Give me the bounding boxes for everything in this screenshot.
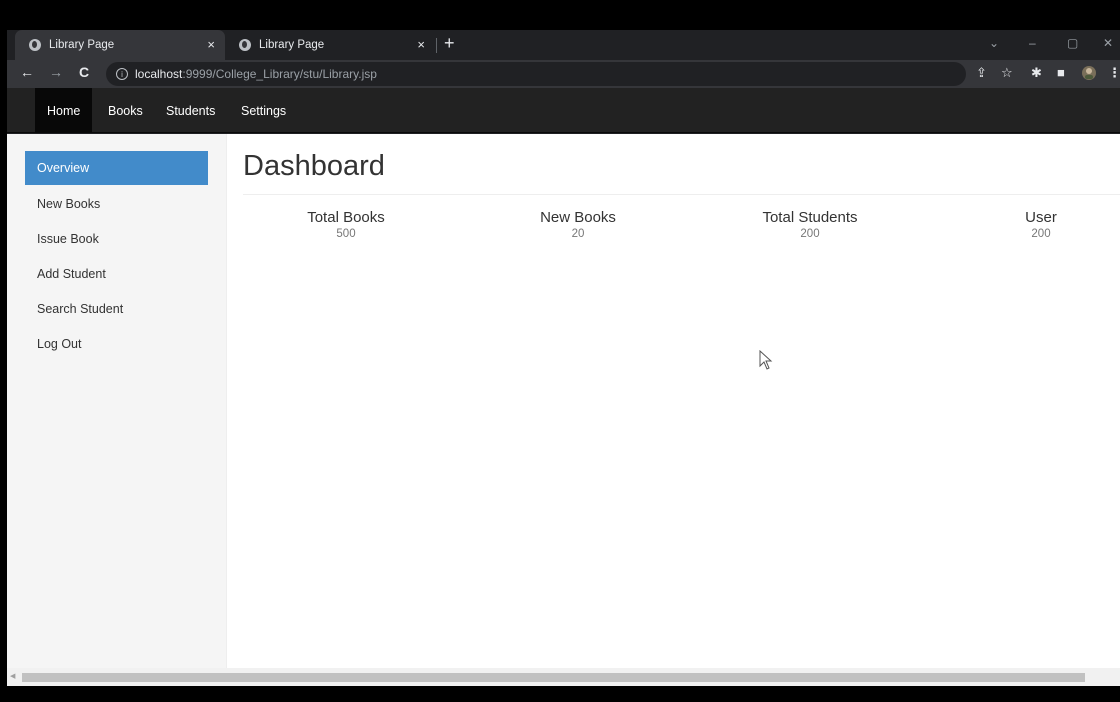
share-icon[interactable]: ⇪ [976, 65, 987, 81]
stat-value: 500 [336, 228, 356, 240]
site-navbar: Home Books Students Settings [7, 88, 1120, 133]
stat-label: Total Students [762, 209, 858, 226]
address-bar[interactable]: i localhost :9999/College_Library/stu/Li… [106, 62, 966, 86]
sidebar-item-log-out[interactable]: Log Out [25, 327, 208, 361]
stat-user: User 200 [961, 209, 1120, 240]
tab-search-icon[interactable]: ⌄ [989, 36, 999, 50]
minimize-icon[interactable]: – [1029, 36, 1036, 50]
bottom-band [0, 686, 1120, 702]
sidebar-item-issue-book[interactable]: Issue Book [25, 222, 208, 256]
tab-close-icon[interactable]: × [207, 37, 215, 52]
sidebar-item-overview[interactable]: Overview [25, 151, 208, 185]
tab-title: Library Page [49, 39, 115, 51]
tab-strip: Library Page × Library Page × + ⌄ – ▢ ✕ [7, 30, 1120, 60]
extensions-icon[interactable]: ✱ [1031, 65, 1042, 81]
nav-students[interactable]: Students [166, 88, 215, 133]
scrollbar-thumb[interactable] [22, 673, 1085, 682]
top-band [0, 0, 1120, 30]
back-icon[interactable]: ← [20, 64, 34, 80]
title-divider [243, 194, 1120, 195]
page-title: Dashboard [243, 150, 385, 182]
restore-icon[interactable]: ▢ [1067, 36, 1078, 50]
tab-title: Library Page [259, 39, 325, 51]
nav-settings[interactable]: Settings [241, 88, 286, 133]
url-host: localhost [135, 67, 183, 81]
globe-icon [239, 39, 251, 51]
stat-total-books: Total Books 500 [266, 209, 426, 240]
sidebar-item-search-student[interactable]: Search Student [25, 292, 208, 326]
sidebar-item-add-student[interactable]: Add Student [25, 257, 208, 291]
tab-separator [436, 38, 437, 53]
star-icon[interactable]: ☆ [1001, 65, 1013, 81]
stat-value: 20 [571, 228, 585, 240]
tab-library-page-1[interactable]: Library Page × [15, 30, 225, 60]
new-tab-button[interactable]: + [444, 33, 455, 54]
main-panel: Dashboard Total Books 500 New Books 20 T… [227, 134, 1120, 668]
reload-icon[interactable]: C [79, 64, 89, 80]
nav-home[interactable]: Home [35, 88, 93, 133]
stat-value: 200 [800, 228, 820, 240]
stat-new-books: New Books 20 [498, 209, 658, 240]
profile-icon[interactable] [1081, 65, 1097, 84]
browser-window: Library Page × Library Page × + ⌄ – ▢ ✕ … [7, 30, 1120, 686]
stat-value: 200 [1031, 228, 1051, 240]
browser-toolbar: ← → C i localhost :9999/College_Library/… [7, 60, 1120, 88]
stat-total-students: Total Students 200 [730, 209, 890, 240]
horizontal-scrollbar[interactable]: ◀ [7, 668, 1120, 686]
stat-label: Total Books [307, 209, 385, 226]
tab-library-page-2[interactable]: Library Page × [225, 30, 435, 60]
stat-label: New Books [540, 209, 616, 226]
mouse-cursor-icon [759, 349, 773, 375]
globe-icon [29, 39, 41, 51]
scroll-left-icon[interactable]: ◀ [10, 672, 15, 680]
page-content: Overview New Books Issue Book Add Studen… [7, 134, 1120, 668]
url-path: :9999/College_Library/stu/Library.jsp [182, 67, 377, 81]
sidebar: Overview New Books Issue Book Add Studen… [7, 134, 227, 668]
stat-label: User [1025, 209, 1057, 226]
menu-icon[interactable]: ⋮ [1108, 65, 1120, 81]
sidepanel-icon[interactable]: ■ [1057, 65, 1065, 80]
close-window-icon[interactable]: ✕ [1103, 36, 1113, 50]
tab-close-icon[interactable]: × [417, 37, 425, 52]
nav-books[interactable]: Books [108, 88, 143, 133]
forward-icon[interactable]: → [49, 64, 63, 80]
info-icon[interactable]: i [116, 68, 128, 80]
sidebar-item-new-books[interactable]: New Books [25, 187, 208, 221]
